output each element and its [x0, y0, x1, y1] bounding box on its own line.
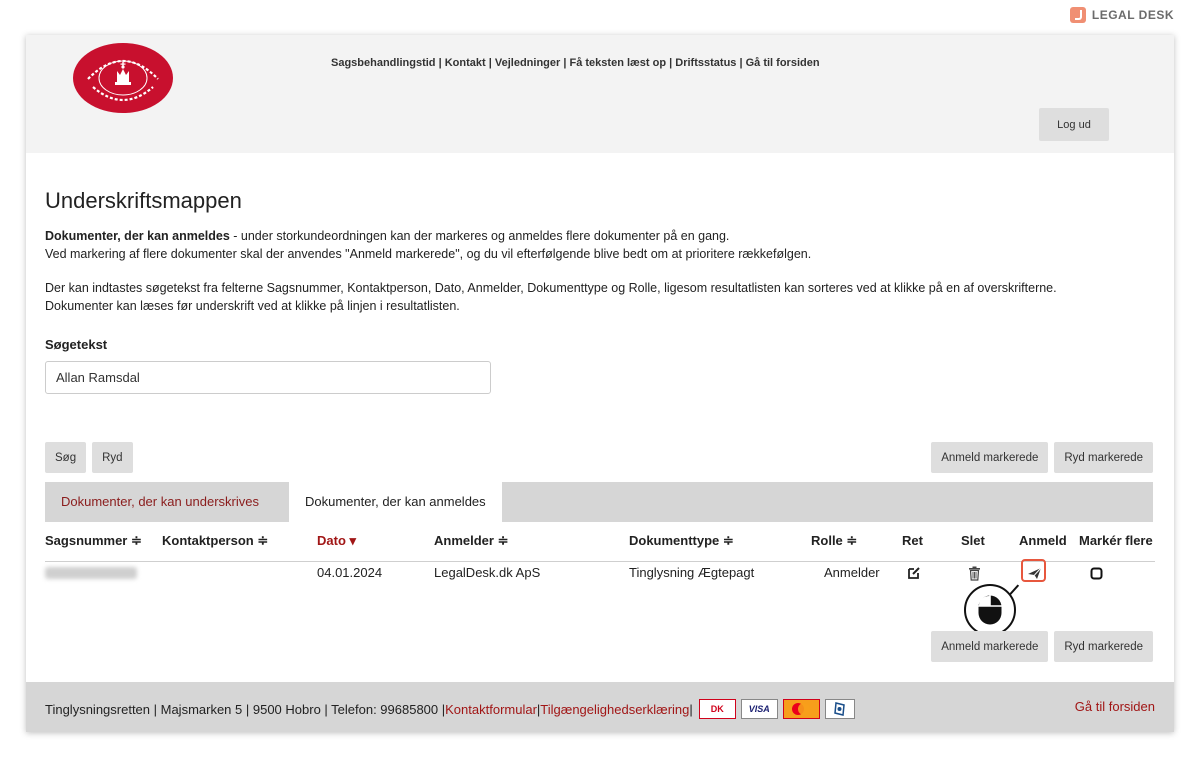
mouse-icon — [964, 584, 1016, 636]
payment-cards: DK VISA — [698, 699, 855, 719]
nav-sagsbehandlingstid[interactable]: Sagsbehandlingstid — [331, 57, 436, 69]
footer-accessibility-link[interactable]: Tilgængelighedserklæring — [540, 702, 689, 717]
header-divider — [45, 561, 1155, 562]
footer-sep2: | — [689, 701, 693, 717]
nav-driftsstatus[interactable]: Driftsstatus — [675, 57, 736, 69]
checkbox-icon[interactable] — [1087, 564, 1105, 582]
tab-anmeldes[interactable]: Dokumenter, der kan anmeldes — [289, 482, 502, 522]
ryd-markerede-button-bottom[interactable]: Ryd markerede — [1054, 631, 1153, 662]
anmeld-markerede-button-bottom[interactable]: Anmeld markerede — [931, 631, 1049, 662]
header-ret: Ret — [902, 533, 923, 548]
nav-home[interactable]: Gå til forsiden — [746, 57, 820, 69]
header-anmelder[interactable]: Anmelder ≑ — [434, 533, 508, 549]
ryd-markerede-button[interactable]: Ryd markerede — [1054, 442, 1153, 473]
nav-read-aloud[interactable]: Få teksten læst op — [570, 57, 667, 69]
footer-home-link[interactable]: Gå til forsiden — [1075, 699, 1155, 714]
visa-icon: VISA — [740, 699, 778, 719]
legal-desk-brand: LEGAL DESK — [1069, 7, 1174, 23]
tab-bar: Dokumenter, der kan underskrives Dokumen… — [45, 482, 1153, 522]
header-dato[interactable]: Dato ▾ — [317, 533, 356, 549]
bottom-actions: Anmeld markerede Ryd markerede — [931, 631, 1153, 662]
clear-button[interactable]: Ryd — [92, 442, 133, 473]
read-info-text: Dokumenter kan læses før underskrift ved… — [45, 298, 460, 313]
header-anmeld: Anmeld — [1019, 533, 1067, 548]
cell-dato: 04.01.2024 — [317, 565, 383, 580]
footer-address: Tinglysningsretten | Majsmarken 5 | 9500… — [45, 701, 446, 717]
page-title: Underskriftsmappen — [45, 188, 242, 213]
header-dokumenttype[interactable]: Dokumenttype ≑ — [629, 533, 734, 549]
send-icon[interactable] — [1025, 564, 1043, 582]
intro-rest: - under storkundeordningen kan der marke… — [229, 229, 730, 243]
header-kontaktperson[interactable]: Kontaktperson ≑ — [162, 533, 268, 549]
edit-icon[interactable] — [905, 564, 923, 582]
nav-vejledninger[interactable]: Vejledninger — [495, 57, 560, 69]
search-info: Der kan indtastes søgetekst fra felterne… — [45, 280, 1157, 315]
search-info-text: Der kan indtastes søgetekst fra felterne… — [45, 281, 1057, 295]
logout-button[interactable]: Log ud — [1039, 108, 1109, 141]
browser-frame: Sagsbehandlingstid | Kontakt | Vejlednin… — [26, 35, 1174, 732]
cell-anmelder: LegalDesk.dk ApS — [434, 565, 541, 580]
header-marker-flere: Markér flere — [1079, 533, 1153, 548]
anmeld-markerede-button[interactable]: Anmeld markerede — [931, 442, 1049, 473]
intro-line2: Ved markering af flere dokumenter skal d… — [45, 246, 812, 261]
dankort-icon: DK — [698, 699, 736, 719]
tab-underskrives[interactable]: Dokumenter, der kan underskrives — [45, 482, 275, 522]
site-footer: Tinglysningsretten | Majsmarken 5 | 9500… — [26, 682, 1174, 732]
nav-kontakt[interactable]: Kontakt — [445, 57, 486, 69]
footer-contact-link[interactable]: Kontaktformular — [445, 702, 537, 717]
main-content: Underskriftsmappen Dokumenter, der kan a… — [45, 188, 1157, 394]
header-rolle[interactable]: Rolle ≑ — [811, 533, 857, 549]
intro-bold: Dokumenter, der kan anmeldes — [45, 229, 230, 243]
header-sagsnummer[interactable]: Sagsnummer ≑ — [45, 533, 142, 549]
mastercard-icon — [782, 699, 820, 719]
search-label: Søgetekst — [45, 337, 108, 352]
site-header: Sagsbehandlingstid | Kontakt | Vejlednin… — [26, 35, 1174, 153]
seal-logo[interactable] — [73, 43, 173, 113]
cell-dokumenttype: Tinglysning Ægtepagt — [629, 565, 755, 580]
search-button[interactable]: Søg — [45, 442, 87, 473]
search-input[interactable] — [45, 361, 491, 394]
footer-info: Tinglysningsretten | Majsmarken 5 | 9500… — [45, 699, 855, 719]
intro-text: Dokumenter, der kan anmeldes - under sto… — [45, 228, 1157, 263]
trash-icon[interactable] — [965, 564, 983, 582]
search-actions: Søg Ryd Anmeld markerede Ryd markerede — [45, 442, 1153, 473]
cell-rolle: Anmelder — [824, 565, 880, 580]
blurred-sagsnummer — [45, 567, 137, 579]
header-slet: Slet — [961, 533, 985, 548]
legal-desk-logo-icon — [1069, 7, 1086, 23]
top-nav: Sagsbehandlingstid | Kontakt | Vejlednin… — [331, 57, 820, 69]
mobilepay-icon — [824, 699, 855, 719]
brand-name: LEGAL DESK — [1091, 8, 1174, 22]
